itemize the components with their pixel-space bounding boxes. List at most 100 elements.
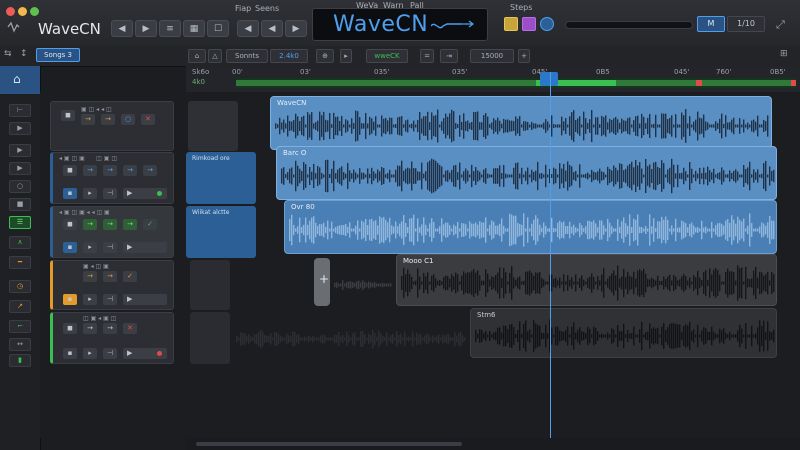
track-5-solo-button[interactable]: → [83, 323, 97, 334]
track-3-folder-icon[interactable]: ◼ [63, 219, 77, 230]
horizontal-scroll-thumb[interactable] [196, 442, 462, 446]
clip-track-1[interactable]: WaveCN [270, 96, 772, 150]
track-3-pan-button[interactable]: ▸ [83, 242, 97, 253]
track-header-1[interactable]: ◼ ▣ ◫ ◂ ◂ ◫ → → ○ ✕ [50, 101, 174, 151]
rewind-button[interactable]: ◀ [111, 20, 133, 37]
split-icon[interactable]: ⇆ [4, 49, 12, 59]
track-1-arm-button[interactable]: → [101, 114, 115, 125]
timeline-ruler[interactable]: Sk6o 4k0 00' 03' 035' 035' 045' 0B5 045'… [186, 66, 800, 92]
tool-select-icon[interactable]: ⊢ [9, 104, 31, 117]
track-4-input-button[interactable]: ✓ [123, 271, 137, 282]
track-3-color-swatch[interactable]: ▪ [63, 242, 77, 253]
equals-button[interactable]: = [420, 49, 434, 63]
track-1-region[interactable] [188, 101, 238, 151]
tool-item-2[interactable]: wweCK [366, 49, 408, 63]
playhead-marker[interactable] [540, 72, 558, 86]
settings-button[interactable]: ☐ [207, 20, 229, 37]
track-5-pan-button[interactable]: ▸ [83, 348, 97, 359]
close-window-button[interactable] [6, 7, 15, 16]
track-4-color-swatch[interactable]: ▪ [63, 294, 77, 305]
session-tab[interactable]: Songs 3 [36, 48, 80, 62]
track-5-arm-button[interactable]: → [103, 323, 117, 334]
tool-mixer-icon[interactable]: ☰ [9, 216, 31, 229]
clip-track-5[interactable]: Stm6 [470, 308, 777, 358]
lock-icon[interactable]: ⊞ [780, 49, 788, 59]
track-4-pan-button[interactable]: ▸ [83, 294, 97, 305]
track-2-folder-icon[interactable]: ◼ [63, 165, 77, 176]
tool-brush-icon[interactable]: ━ [9, 256, 31, 269]
metronome-icon[interactable] [504, 17, 518, 31]
tool-stop-icon[interactable]: ■ [9, 198, 31, 211]
track-5-mute-button[interactable]: ✕ [123, 323, 137, 334]
track-5-fx-button[interactable]: ⊣ [103, 348, 117, 359]
tool-clock-icon[interactable]: ◷ [9, 280, 31, 293]
track-4-volume-slider[interactable]: ▶ [123, 294, 167, 305]
forward-button[interactable]: ▶ [285, 20, 307, 37]
tool-item-3[interactable]: 15000 [470, 49, 514, 63]
track-header-3[interactable]: ◂ ▣ ◫ ▣ ◂ ◂ ◫ ▣ ◼ → → → ✓ ▪ ▸ ⊣ ▶ [50, 206, 174, 258]
minimize-window-button[interactable] [18, 7, 27, 16]
clip-track-2[interactable]: Barc O [276, 146, 777, 200]
track-1-mute-button[interactable]: ✕ [141, 114, 155, 125]
menu-item-right-1[interactable]: Warn [383, 1, 404, 10]
tool-forward-icon[interactable]: ▶ [9, 162, 31, 175]
tool-fade-icon[interactable]: ↗ [9, 300, 31, 313]
track-2-volume-slider[interactable]: ▶ [123, 188, 167, 199]
zoom-in-button[interactable]: ⊕ [316, 49, 334, 63]
track-5-region[interactable] [190, 312, 230, 364]
record-icon[interactable] [540, 17, 554, 31]
monitor-button[interactable]: M [697, 16, 725, 32]
track-5-folder-icon[interactable]: ◼ [63, 323, 77, 334]
track-header-2[interactable]: ◂ ▣ ◫ ▣ ◫ ▣ ◫ ◼ → → → → ▪ ▸ ⊣ ▶ [50, 152, 174, 204]
track-3-fx-button[interactable]: ⊣ [103, 242, 117, 253]
track-1-solo-button[interactable]: → [81, 114, 95, 125]
tool-item-0[interactable]: Sonnts [226, 49, 268, 63]
tool-play-icon[interactable]: ▶ [9, 122, 31, 135]
track-2-region[interactable]: Rimkoad ore [186, 152, 256, 204]
step-button[interactable]: ▸ [340, 49, 352, 63]
zoom-window-button[interactable] [30, 7, 39, 16]
list-button[interactable]: ≡ [159, 20, 181, 37]
tool-end-icon[interactable]: ▮ [9, 354, 31, 367]
track-2-fx-button[interactable]: ⊣ [103, 188, 117, 199]
track-5-color-swatch[interactable]: ▪ [63, 348, 77, 359]
track-3-send-button[interactable]: ✓ [143, 219, 157, 230]
clip-track-3[interactable]: Ovr 80 [284, 200, 777, 254]
track-2-input-button[interactable]: → [123, 165, 137, 176]
trim-tool-button[interactable]: △ [208, 49, 222, 63]
nudge-icon[interactable]: ↕ [20, 49, 28, 59]
tool-pencil-icon[interactable]: ∧ [9, 236, 31, 249]
track-2-arm-button[interactable]: → [103, 165, 117, 176]
track-header-4[interactable]: ▣ ◂ ◫ ▣ → → ✓ ▪ ▸ ⊣ ▶ [50, 260, 174, 310]
clip-track-4[interactable]: Mooo C1 [396, 254, 777, 306]
track-2-solo-button[interactable]: → [83, 165, 97, 176]
track-3-solo-button[interactable]: → [83, 219, 97, 230]
track-2-send-button[interactable]: → [143, 165, 157, 176]
track-1-folder-icon[interactable]: ◼ [61, 110, 75, 121]
home-tab[interactable]: ⌂ [0, 66, 40, 94]
tool-resize-icon[interactable]: ↔ [9, 338, 31, 351]
tool-link-icon[interactable]: ⌐ [9, 320, 31, 333]
skip-back-button[interactable]: ◀ [237, 20, 259, 37]
clip-track-4-small[interactable]: + [314, 258, 330, 306]
horizontal-scroll-track[interactable] [186, 438, 800, 450]
tool-dot-icon[interactable]: ○ [9, 180, 31, 193]
track-4-solo-button[interactable]: → [83, 271, 97, 282]
play-button[interactable]: ▶ [135, 20, 157, 37]
track-header-5[interactable]: ◫ ▣ ◂ ▣ ◫ ◼ → → ✕ ▪ ▸ ⊣ ▶ [50, 312, 174, 364]
expand-icon[interactable]: ⤢ [776, 18, 785, 32]
menu-item-right-2[interactable]: Pall [410, 1, 424, 10]
track-1-input-button[interactable]: ○ [121, 114, 135, 125]
master-volume-slider[interactable] [565, 21, 693, 29]
track-3-arm-button[interactable]: → [103, 219, 117, 230]
track-4-region[interactable] [190, 260, 230, 310]
track-3-region[interactable]: Wiikat alctte [186, 206, 256, 258]
track-4-fx-button[interactable]: ⊣ [103, 294, 117, 305]
track-2-pan-button[interactable]: ▸ [83, 188, 97, 199]
menu-item-left-1[interactable]: Seens [255, 4, 279, 13]
track-3-input-button[interactable]: → [123, 219, 137, 230]
track-4-arm-button[interactable]: → [103, 271, 117, 282]
menu-item-right-0[interactable]: WeVa [356, 1, 378, 10]
tool-record-icon[interactable]: ▶ [9, 144, 31, 157]
menu-item-left-0[interactable]: Fiap [235, 4, 251, 13]
